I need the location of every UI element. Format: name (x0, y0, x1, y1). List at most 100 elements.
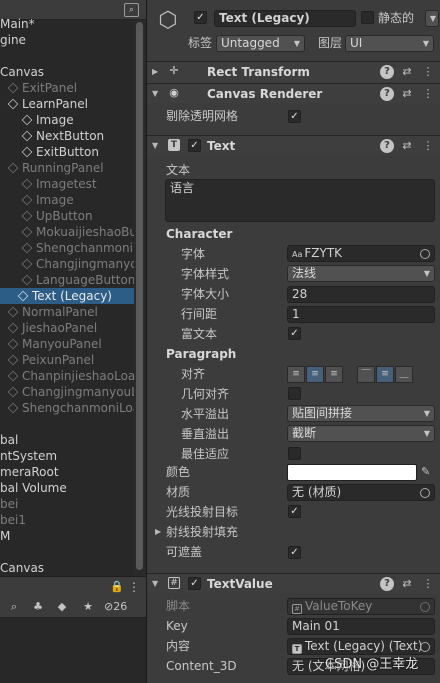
presets-icon[interactable]: ⇄ (400, 87, 414, 101)
font-style-dropdown[interactable]: 法线 ▼ (287, 265, 435, 282)
help-icon[interactable]: ? (380, 577, 394, 591)
hierarchy-item[interactable]: PeixunPanel (0, 352, 134, 368)
hierarchy-item[interactable]: meraRoot (0, 464, 134, 480)
hierarchy-item[interactable]: ChanpinjieshaoLoadi (0, 368, 146, 384)
rect-transform-header[interactable]: ▶ ✛ Rect Transform ? ⇄ ⋮ (147, 61, 440, 81)
layer-dropdown[interactable]: UI ▼ (345, 35, 434, 52)
object-picker-icon[interactable] (420, 249, 430, 259)
static-checkbox[interactable] (361, 11, 374, 24)
best-fit-checkbox[interactable] (288, 447, 301, 460)
filter-type-icon[interactable]: ♣ (30, 599, 46, 615)
hierarchy-item[interactable]: ChangjingmanyouLoa (0, 384, 146, 400)
hierarchy-item[interactable]: Canvas (0, 64, 134, 80)
font-size-field[interactable]: 28 (287, 286, 435, 303)
presets-icon[interactable]: ⇄ (400, 577, 414, 591)
align-top-button[interactable]: ⎺ (357, 366, 375, 383)
foldout-arrow-icon[interactable]: ▼ (152, 576, 158, 592)
foldout-arrow-icon[interactable]: ▼ (152, 138, 158, 154)
help-icon[interactable]: ? (380, 139, 394, 153)
raycast-target-checkbox[interactable]: ✓ (288, 505, 301, 518)
cull-transparent-checkbox[interactable]: ✓ (288, 110, 301, 123)
tag-dropdown[interactable]: Untagged ▼ (216, 35, 305, 52)
hierarchy-item[interactable]: LearnPanel (0, 96, 134, 112)
align-left-button[interactable]: ≡ (287, 366, 305, 383)
align-by-geometry-checkbox[interactable] (288, 387, 301, 400)
hierarchy-item[interactable]: NormalPanel (0, 304, 134, 320)
hierarchy-item[interactable]: ntSystem (0, 448, 134, 464)
key-field[interactable]: Main 01 (287, 618, 435, 635)
line-spacing-field[interactable]: 1 (287, 306, 435, 323)
maskable-checkbox[interactable]: ✓ (288, 546, 301, 559)
hierarchy-item[interactable]: bal Volume (0, 480, 134, 496)
align-center-button[interactable]: ≡ (306, 366, 324, 383)
hierarchy-item[interactable]: JieshaoPanel (0, 320, 134, 336)
active-checkbox[interactable]: ✓ (194, 11, 207, 24)
favorite-star-icon[interactable]: ★ (80, 599, 96, 615)
component-menu-icon[interactable]: ⋮ (421, 87, 435, 101)
hierarchy-item[interactable]: ExitPanel (0, 80, 134, 96)
hierarchy-scrollbar-thumb[interactable] (136, 22, 143, 570)
presets-icon[interactable]: ⇄ (400, 139, 414, 153)
label-icon[interactable]: ◆ (54, 599, 70, 615)
hierarchy-item[interactable]: Imagetest (0, 176, 134, 192)
canvas-renderer-header[interactable]: ▼ ◉ Canvas Renderer ? ⇄ ⋮ (147, 83, 440, 103)
align-middle-button[interactable]: ≡ (376, 366, 394, 383)
text-component-header[interactable]: ▼ T ✓ Text ? ⇄ ⋮ (147, 135, 440, 155)
foldout-arrow-icon[interactable]: ▼ (152, 86, 158, 102)
align-right-button[interactable]: ≡ (325, 366, 343, 383)
hierarchy-item[interactable]: ChangjingmanyouE (0, 256, 146, 272)
vertical-overflow-dropdown[interactable]: 截断 ▼ (287, 425, 435, 442)
hierarchy-item[interactable]: Image (0, 192, 134, 208)
material-field[interactable]: 无 (材质) (287, 484, 435, 501)
hierarchy-item[interactable]: ShengchanmoniBu (0, 240, 146, 256)
hierarchy-item[interactable]: ExitButton (0, 144, 134, 160)
text-area[interactable]: 语言 (165, 179, 435, 222)
hierarchy-item[interactable] (0, 48, 134, 64)
help-icon[interactable]: ? (380, 65, 394, 79)
hierarchy-item[interactable]: RunningPanel (0, 160, 134, 176)
hierarchy-item[interactable]: Main* (0, 16, 134, 32)
help-icon[interactable]: ? (380, 87, 394, 101)
align-bottom-button[interactable]: ⎽ (395, 366, 413, 383)
color-swatch[interactable] (287, 464, 417, 481)
object-picker-icon[interactable] (420, 642, 430, 652)
content-field[interactable]: T Text (Legacy) (Text) (287, 638, 435, 655)
hierarchy-item[interactable]: Canvas (0, 560, 134, 576)
raycast-padding-foldout-icon[interactable]: ▶ (155, 524, 161, 540)
hierarchy-item[interactable]: MokuaijieshaoButt (0, 224, 146, 240)
hierarchy-item[interactable]: bei1 (0, 512, 134, 528)
hierarchy-item[interactable]: UpButton (0, 208, 134, 224)
component-menu-icon[interactable]: ⋮ (421, 139, 435, 153)
foldout-arrow-icon[interactable]: ▶ (152, 64, 158, 80)
horizontal-overflow-dropdown[interactable]: 贴图间拼接 ▼ (287, 405, 435, 422)
font-field[interactable]: Aa FZYTK (287, 245, 435, 262)
raycast-padding-label[interactable]: 射线投射填充 (166, 524, 238, 540)
hidden-count-toggle[interactable]: ⊘26 (104, 599, 142, 615)
component-menu-icon[interactable]: ⋮ (421, 577, 435, 591)
hierarchy-item[interactable]: Text (Legacy) (0, 288, 134, 304)
hierarchy-item[interactable] (0, 416, 134, 432)
hierarchy-item[interactable]: Image (0, 112, 134, 128)
rich-text-checkbox[interactable]: ✓ (288, 327, 301, 340)
textvalue-component-header[interactable]: ▼ # ✓ TextValue ? ⇄ ⋮ (147, 573, 440, 593)
presets-icon[interactable]: ⇄ (400, 65, 414, 79)
lock-icon[interactable]: 🔒 (110, 579, 124, 595)
search-scene-icon[interactable]: ⌕ (6, 599, 22, 615)
object-name-field[interactable]: Text (Legacy) (214, 10, 356, 27)
hierarchy-item[interactable]: M (0, 528, 134, 544)
hierarchy-item[interactable]: bei (0, 496, 134, 512)
more-menu-icon[interactable]: ⋮ (128, 579, 140, 595)
hierarchy-item[interactable]: bal (0, 432, 134, 448)
hierarchy-item[interactable]: gine (0, 32, 134, 48)
component-menu-icon[interactable]: ⋮ (421, 65, 435, 79)
hierarchy-item[interactable]: LanguageButton (0, 272, 135, 288)
static-dropdown[interactable]: ▼ (425, 10, 439, 27)
hierarchy-item[interactable] (0, 544, 134, 560)
search-icon[interactable]: ⌕ (124, 3, 139, 17)
hierarchy-item[interactable]: ShengchanmoniLoad (0, 400, 146, 416)
object-picker-icon[interactable] (420, 488, 430, 498)
hierarchy-item[interactable]: ManyouPanel (0, 336, 134, 352)
textvalue-enabled-checkbox[interactable]: ✓ (188, 577, 201, 590)
text-enabled-checkbox[interactable]: ✓ (188, 139, 201, 152)
hierarchy-item[interactable]: NextButton (0, 128, 134, 144)
